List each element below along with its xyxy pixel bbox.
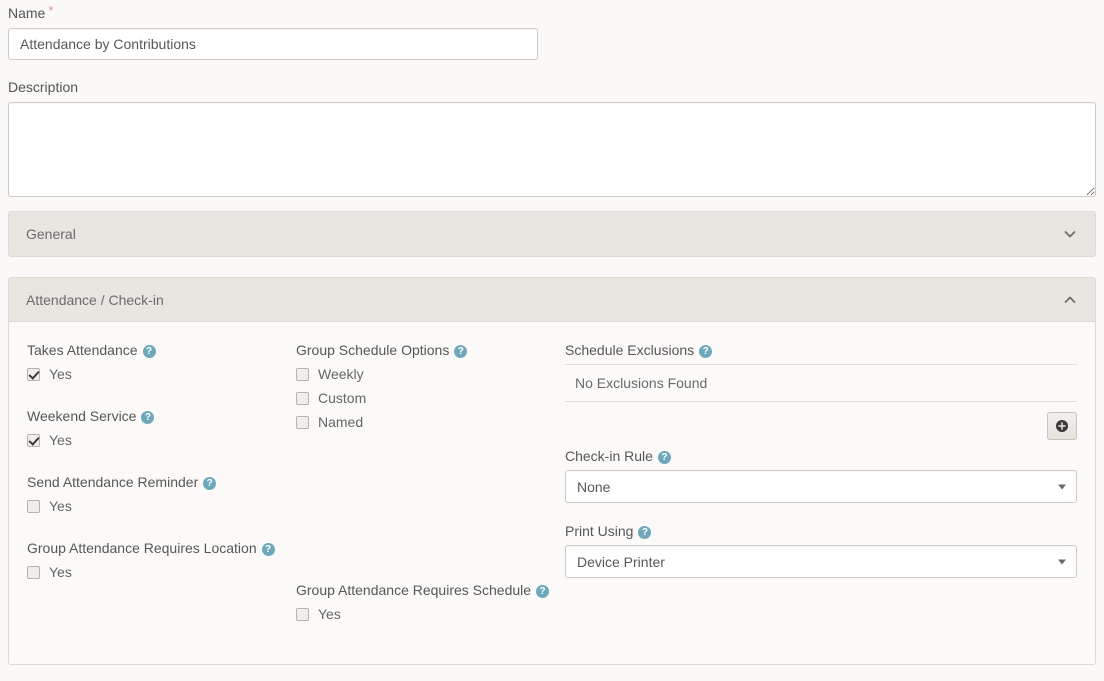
send-attendance-reminder-yes-label[interactable]: Yes: [49, 496, 72, 516]
chevron-down-icon[interactable]: [1063, 227, 1077, 241]
group-schedule-custom-checkbox[interactable]: [296, 392, 309, 405]
send-attendance-reminder-group: Send Attendance Reminder? Yes: [27, 472, 284, 516]
group-schedule-options-label: Group Schedule Options?: [296, 340, 553, 361]
attendance-column-left: Takes Attendance? Yes Weekend Service?: [27, 340, 296, 624]
checkin-rule-select[interactable]: None: [565, 470, 1077, 503]
panel-attendance-checkin: Attendance / Check-in Takes Attendance?: [8, 277, 1096, 665]
group-attendance-requires-location-group: Group Attendance Requires Location? Yes: [27, 538, 284, 582]
takes-attendance-yes-checkbox[interactable]: [27, 368, 40, 381]
schedule-exclusions-empty-message: No Exclusions Found: [565, 365, 1077, 401]
group-attendance-requires-location-label-text: Group Attendance Requires Location: [27, 540, 257, 556]
attendance-column-right: Schedule Exclusions? No Exclusions Found: [565, 340, 1077, 624]
send-attendance-reminder-yes-row[interactable]: Yes: [27, 496, 284, 516]
name-input[interactable]: [8, 28, 538, 60]
group-attendance-requires-location-yes-checkbox[interactable]: [27, 566, 40, 579]
description-field-group: Description: [8, 78, 1096, 200]
takes-attendance-group: Takes Attendance? Yes: [27, 340, 284, 384]
group-attendance-requires-location-label: Group Attendance Requires Location?: [27, 538, 284, 559]
panel-general-header[interactable]: General: [9, 212, 1095, 256]
name-field-group: Name*: [8, 4, 538, 60]
attendance-column-middle: Group Schedule Options? Weekly Custom: [296, 340, 565, 624]
group-schedule-named-row[interactable]: Named: [296, 412, 553, 432]
weekend-service-yes-checkbox[interactable]: [27, 434, 40, 447]
group-schedule-named-checkbox[interactable]: [296, 416, 309, 429]
help-icon[interactable]: ?: [454, 345, 467, 358]
panel-attendance-title: Attendance / Check-in: [26, 292, 164, 308]
help-icon[interactable]: ?: [658, 451, 671, 464]
print-using-select[interactable]: Device Printer: [565, 545, 1077, 578]
help-icon[interactable]: ?: [262, 543, 275, 556]
group-attendance-requires-schedule-yes-row[interactable]: Yes: [296, 604, 553, 624]
group-attendance-requires-schedule-yes-checkbox[interactable]: [296, 608, 309, 621]
plus-circle-icon: [1055, 419, 1069, 433]
panel-general-title: General: [26, 226, 76, 242]
help-icon[interactable]: ?: [536, 585, 549, 598]
weekend-service-yes-label[interactable]: Yes: [49, 430, 72, 450]
schedule-exclusions-label-text: Schedule Exclusions: [565, 342, 694, 358]
checkin-rule-select-wrapper: None: [565, 470, 1077, 503]
description-label: Description: [8, 78, 1096, 96]
takes-attendance-yes-row[interactable]: Yes: [27, 364, 284, 384]
help-icon[interactable]: ?: [699, 345, 712, 358]
help-icon[interactable]: ?: [638, 526, 651, 539]
help-icon[interactable]: ?: [143, 345, 156, 358]
schedule-exclusions-label: Schedule Exclusions?: [565, 340, 1077, 361]
takes-attendance-label-text: Takes Attendance: [27, 342, 138, 358]
group-attendance-requires-location-yes-label[interactable]: Yes: [49, 562, 72, 582]
panel-attendance-header[interactable]: Attendance / Check-in: [9, 278, 1095, 322]
takes-attendance-label: Takes Attendance?: [27, 340, 284, 361]
group-schedule-custom-label[interactable]: Custom: [318, 388, 366, 408]
weekend-service-group: Weekend Service? Yes: [27, 406, 284, 450]
group-schedule-weekly-row[interactable]: Weekly: [296, 364, 553, 384]
panel-general: General: [8, 211, 1096, 257]
schedule-exclusions-group: Schedule Exclusions? No Exclusions Found: [565, 340, 1077, 440]
required-indicator: *: [48, 3, 53, 18]
takes-attendance-yes-label[interactable]: Yes: [49, 364, 72, 384]
add-exclusion-button[interactable]: [1047, 412, 1077, 440]
group-attendance-requires-schedule-yes-label[interactable]: Yes: [318, 604, 341, 624]
group-schedule-weekly-checkbox[interactable]: [296, 368, 309, 381]
send-attendance-reminder-label-text: Send Attendance Reminder: [27, 474, 198, 490]
schedule-exclusions-grid: No Exclusions Found: [565, 364, 1077, 402]
group-attendance-requires-location-yes-row[interactable]: Yes: [27, 562, 284, 582]
group-schedule-weekly-label[interactable]: Weekly: [318, 364, 364, 384]
print-using-label-text: Print Using: [565, 523, 633, 539]
weekend-service-label: Weekend Service?: [27, 406, 284, 427]
checkin-rule-label: Check-in Rule?: [565, 446, 1077, 467]
panel-attendance-body: Takes Attendance? Yes Weekend Service?: [9, 322, 1095, 664]
group-schedule-options-group: Group Schedule Options? Weekly Custom: [296, 340, 553, 432]
group-attendance-requires-schedule-label: Group Attendance Requires Schedule?: [296, 580, 553, 601]
send-attendance-reminder-yes-checkbox[interactable]: [27, 500, 40, 513]
name-label: Name*: [8, 4, 538, 22]
print-using-group: Print Using? Device Printer: [565, 521, 1077, 578]
send-attendance-reminder-label: Send Attendance Reminder?: [27, 472, 284, 493]
group-attendance-requires-schedule-group: Group Attendance Requires Schedule? Yes: [296, 580, 553, 624]
help-icon[interactable]: ?: [141, 411, 154, 424]
schedule-exclusions-actions: [565, 402, 1077, 440]
weekend-service-yes-row[interactable]: Yes: [27, 430, 284, 450]
print-using-label: Print Using?: [565, 521, 1077, 542]
description-textarea[interactable]: [8, 102, 1096, 197]
chevron-up-icon[interactable]: [1063, 293, 1077, 307]
help-icon[interactable]: ?: [203, 477, 216, 490]
print-using-select-wrapper: Device Printer: [565, 545, 1077, 578]
group-type-edit-page: Name* Description General Attendance / C…: [0, 0, 1104, 681]
checkin-rule-label-text: Check-in Rule: [565, 448, 653, 464]
group-schedule-named-label[interactable]: Named: [318, 412, 363, 432]
group-attendance-requires-schedule-label-text: Group Attendance Requires Schedule: [296, 582, 531, 598]
weekend-service-label-text: Weekend Service: [27, 408, 136, 424]
group-schedule-options-label-text: Group Schedule Options: [296, 342, 449, 358]
name-label-text: Name: [8, 5, 45, 21]
group-schedule-custom-row[interactable]: Custom: [296, 388, 553, 408]
checkin-rule-group: Check-in Rule? None: [565, 446, 1077, 503]
